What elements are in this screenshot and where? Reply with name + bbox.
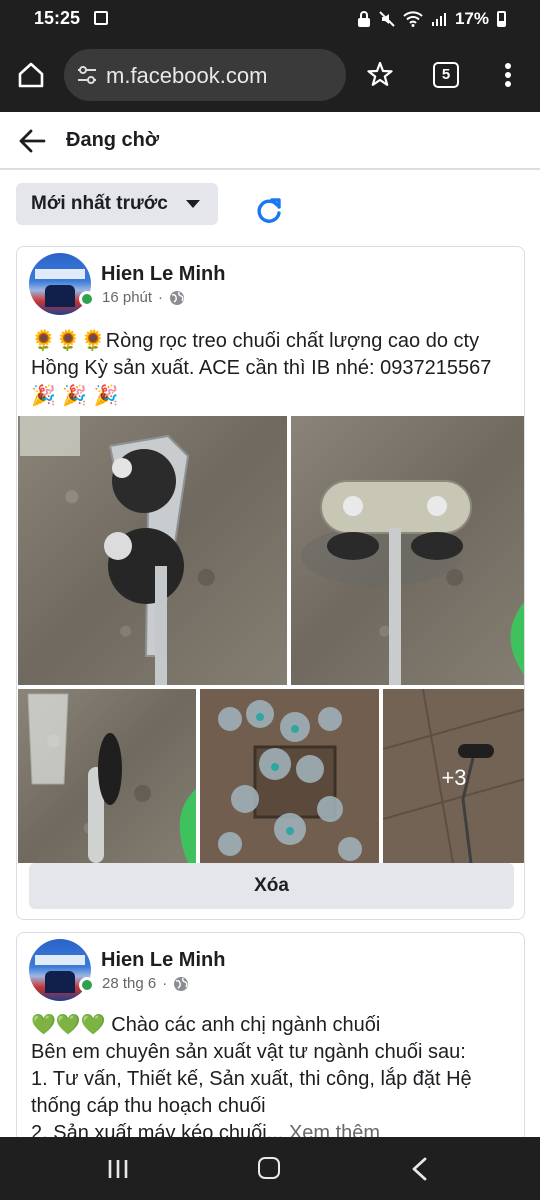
post-author[interactable]: Hien Le Minh [101, 949, 225, 972]
globe-icon [174, 976, 189, 991]
url-text[interactable]: m.facebook.com [106, 63, 267, 89]
post-meta: 16 phút · [102, 289, 185, 306]
post-photo[interactable] [18, 416, 287, 685]
home-icon[interactable] [16, 60, 46, 90]
meta-separator: · [162, 975, 168, 992]
caret-down-icon [186, 200, 200, 208]
browser-toolbar: m.facebook.com 5 [0, 38, 540, 112]
post-time[interactable]: 16 phút [102, 289, 152, 306]
refresh-icon[interactable] [255, 196, 285, 226]
status-time: 15:25 [34, 8, 81, 28]
gallery-notification-icon [94, 11, 108, 25]
more-photos-count: +3 [441, 765, 467, 790]
arrow-left-icon[interactable] [18, 128, 46, 154]
sunflower-emoji: 🌻🌻🌻 [31, 328, 106, 352]
tab-switcher-button[interactable]: 5 [433, 62, 459, 88]
post-line: Chào các anh chị ngành chuối [111, 1014, 381, 1036]
globe-icon [170, 290, 185, 305]
star-icon[interactable] [366, 60, 394, 88]
sort-dropdown[interactable]: Mới nhất trước [16, 183, 218, 225]
pending-post-card: Hien Le Minh 16 phút · 🌻🌻🌻Ròng rọc treo … [16, 246, 525, 920]
page-title: Đang chờ [66, 129, 160, 151]
battery-percent: 17% [454, 9, 489, 28]
home-nav-icon[interactable] [258, 1157, 280, 1179]
post-photo[interactable] [200, 689, 379, 863]
post-photo-more[interactable]: +3 [383, 689, 524, 863]
back-nav-icon[interactable] [410, 1157, 428, 1181]
status-indicators: 17% [357, 9, 506, 29]
signal-icon [431, 13, 446, 26]
post-line: Bên em chuyên sản xuất vật tư ngành chuố… [31, 1041, 466, 1063]
post-text: 🌻🌻🌻Ròng rọc treo chuối chất lượng cao do… [31, 327, 512, 410]
post-author[interactable]: Hien Le Minh [101, 263, 225, 286]
battery-icon [497, 11, 506, 27]
post-line: 1. Tư vấn, Thiết kế, Sản xuất, thi công,… [31, 1068, 472, 1117]
address-bar[interactable]: m.facebook.com [64, 49, 346, 101]
system-nav-bar [0, 1137, 540, 1200]
more-vert-icon[interactable] [500, 62, 516, 88]
mute-icon [379, 11, 395, 27]
status-bar: 15:25 17% [0, 0, 540, 38]
wifi-icon [403, 11, 423, 27]
party-popper-emoji: 🎉 🎉 🎉 [31, 383, 119, 407]
pending-post-card: Hien Le Minh 28 thg 6 · 💚💚💚 Chào các anh… [16, 932, 525, 1142]
sort-label: Mới nhất trước [31, 193, 168, 214]
post-time[interactable]: 28 thg 6 [102, 975, 156, 992]
recents-icon[interactable] [107, 1159, 129, 1179]
page-header: Đang chờ [0, 112, 540, 170]
meta-separator: · [158, 289, 164, 306]
post-text: 💚💚💚 Chào các anh chị ngành chuối Bên em … [31, 1011, 512, 1141]
delete-label: Xóa [254, 875, 289, 896]
delete-button[interactable]: Xóa [29, 863, 514, 909]
online-status-dot [79, 291, 95, 307]
online-status-dot [79, 977, 95, 993]
post-meta: 28 thg 6 · [102, 975, 189, 992]
post-photo[interactable] [291, 416, 524, 685]
lock-icon [357, 11, 370, 27]
tune-icon[interactable] [76, 65, 98, 85]
green-heart-emoji: 💚💚💚 [31, 1012, 106, 1036]
post-photo[interactable] [18, 689, 196, 863]
